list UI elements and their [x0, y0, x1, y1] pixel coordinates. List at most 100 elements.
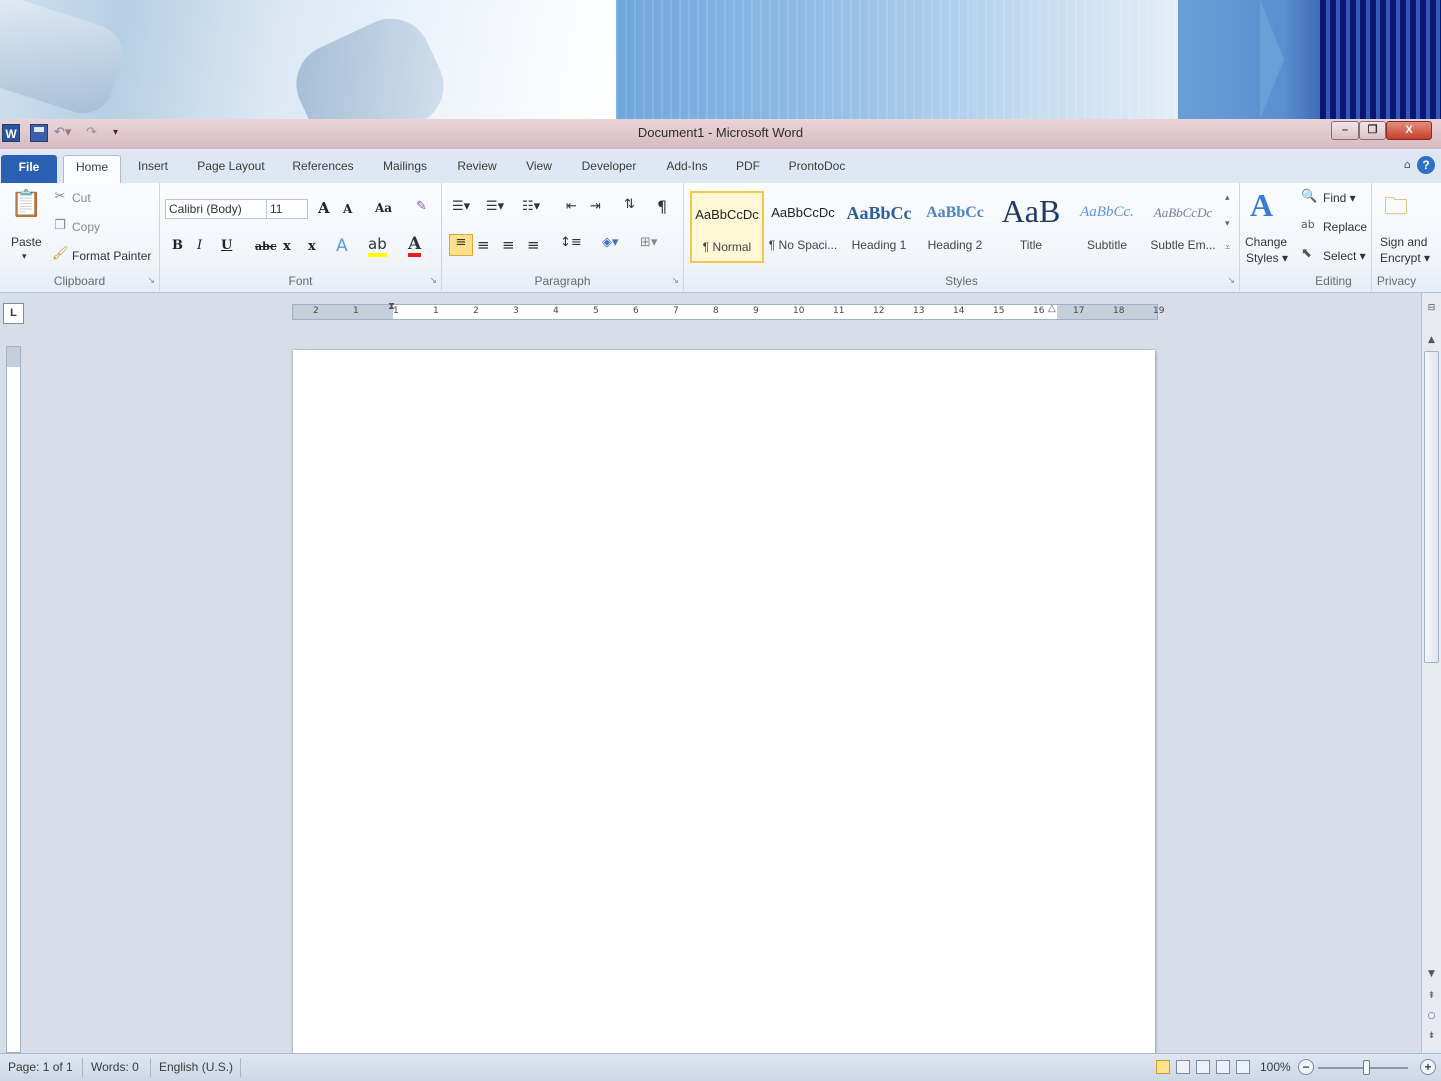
- italic-button[interactable]: I: [197, 238, 202, 253]
- word-count[interactable]: Words: 0: [91, 1060, 139, 1074]
- minimize-button[interactable]: –: [1331, 121, 1359, 140]
- styles-launcher-icon[interactable]: ↘: [1227, 276, 1235, 286]
- scrollbar-thumb[interactable]: [1424, 351, 1439, 663]
- style-no-spacing[interactable]: AaBbCcDc ¶ No Spaci...: [766, 191, 840, 263]
- style-subtitle[interactable]: AaBbCc. Subtitle: [1070, 191, 1144, 263]
- increase-indent-icon[interactable]: ⇥: [590, 199, 601, 214]
- select-button[interactable]: Select ▾: [1323, 249, 1366, 263]
- outline-view-icon[interactable]: [1216, 1060, 1230, 1074]
- previous-page-icon[interactable]: ⇞: [1424, 991, 1439, 1001]
- style-normal[interactable]: AaBbCcDc ¶ Normal: [690, 191, 764, 263]
- change-styles-label-1[interactable]: Change: [1245, 235, 1287, 249]
- scroll-down-icon[interactable]: ▼: [1424, 969, 1439, 979]
- view-ruler-icon[interactable]: ⊟: [1424, 303, 1439, 313]
- justify-icon[interactable]: ≡: [527, 236, 540, 254]
- highlight-icon[interactable]: ab: [368, 235, 387, 257]
- zoom-level[interactable]: 100%: [1260, 1060, 1291, 1074]
- change-styles-label-2[interactable]: Styles ▾: [1246, 251, 1288, 265]
- tab-file[interactable]: File: [1, 155, 57, 183]
- clear-formatting-icon[interactable]: ✎: [416, 199, 427, 214]
- find-icon[interactable]: 🔍: [1301, 189, 1317, 204]
- cut-icon[interactable]: ✂: [52, 189, 68, 204]
- tab-mailings[interactable]: Mailings: [370, 155, 440, 183]
- tab-references[interactable]: References: [282, 155, 364, 183]
- sign-encrypt-label-2[interactable]: Encrypt ▾: [1380, 251, 1430, 265]
- change-styles-icon[interactable]: A: [1250, 187, 1273, 224]
- font-launcher-icon[interactable]: ↘: [429, 276, 437, 286]
- vertical-scrollbar[interactable]: ⊟ ▲ ▼ ⇞ ○ ⇟: [1421, 293, 1441, 1053]
- close-button[interactable]: X: [1386, 121, 1432, 140]
- align-left-icon[interactable]: ≡: [449, 234, 473, 256]
- draft-view-icon[interactable]: [1236, 1060, 1250, 1074]
- paste-icon[interactable]: 📋: [10, 189, 42, 223]
- numbering-icon[interactable]: ☰▾: [486, 199, 504, 214]
- styles-scroll-down-icon[interactable]: ▾: [1225, 219, 1230, 229]
- style-heading-2[interactable]: AaBbCc Heading 2: [918, 191, 992, 263]
- tab-developer[interactable]: Developer: [570, 155, 648, 183]
- replace-icon[interactable]: ab: [1301, 218, 1315, 231]
- paste-dropdown-icon[interactable]: ▾: [22, 251, 27, 262]
- copy-button[interactable]: Copy: [72, 220, 100, 234]
- tab-page-layout[interactable]: Page Layout: [186, 155, 276, 183]
- language-indicator[interactable]: English (U.S.): [159, 1060, 233, 1074]
- next-page-icon[interactable]: ⇟: [1424, 1031, 1439, 1041]
- format-painter-icon[interactable]: 🖌: [52, 246, 69, 261]
- style-title[interactable]: AaB Title: [994, 191, 1068, 263]
- right-indent-marker-icon[interactable]: △: [1048, 303, 1056, 314]
- text-effects-icon[interactable]: A: [336, 236, 348, 256]
- grow-font-button[interactable]: A: [318, 199, 330, 217]
- font-family-select[interactable]: Calibri (Body): [165, 199, 269, 219]
- scroll-up-icon[interactable]: ▲: [1424, 335, 1439, 345]
- tab-review[interactable]: Review: [446, 155, 508, 183]
- zoom-out-button[interactable]: −: [1298, 1059, 1314, 1075]
- style-heading-1[interactable]: AaBbCc Heading 1: [842, 191, 916, 263]
- tab-pdf[interactable]: PDF: [726, 155, 770, 183]
- shading-icon[interactable]: ◈▾: [602, 235, 619, 250]
- tab-view[interactable]: View: [514, 155, 564, 183]
- styles-more-icon[interactable]: ⩡: [1225, 243, 1230, 253]
- sign-encrypt-label-1[interactable]: Sign and: [1380, 235, 1427, 249]
- tab-insert[interactable]: Insert: [126, 155, 180, 183]
- format-painter-button[interactable]: Format Painter: [72, 249, 151, 263]
- underline-button[interactable]: U: [221, 238, 232, 253]
- line-spacing-icon[interactable]: ↕≡: [560, 235, 582, 250]
- full-screen-reading-icon[interactable]: [1176, 1060, 1190, 1074]
- tab-selector-button[interactable]: L: [3, 303, 24, 324]
- tab-add-ins[interactable]: Add-Ins: [654, 155, 720, 183]
- zoom-slider-thumb[interactable]: [1363, 1060, 1370, 1075]
- align-center-icon[interactable]: ≡: [477, 236, 490, 254]
- find-button[interactable]: Find ▾: [1323, 191, 1356, 205]
- font-color-button[interactable]: A: [408, 235, 422, 257]
- cut-button[interactable]: Cut: [72, 191, 91, 205]
- show-marks-button[interactable]: ¶: [657, 197, 667, 216]
- tab-prontodoc[interactable]: ProntoDoc: [776, 155, 858, 183]
- decrease-indent-icon[interactable]: ⇤: [566, 199, 577, 214]
- document-page[interactable]: [293, 350, 1155, 1060]
- tab-home[interactable]: Home: [63, 155, 121, 183]
- horizontal-ruler[interactable]: 2 1 1 1 2 3 4 5 6 7 8 9 10 11 12 13 14 15 16 17 18 19 ⧗ △: [292, 301, 1164, 320]
- style-subtle-emphasis[interactable]: AaBbCcDc Subtle Em...: [1146, 191, 1220, 263]
- page-count[interactable]: Page: 1 of 1: [8, 1060, 73, 1074]
- superscript-button[interactable]: x: [308, 239, 316, 254]
- subscript-button[interactable]: x: [283, 239, 291, 254]
- font-size-select[interactable]: 11: [266, 199, 308, 219]
- align-right-icon[interactable]: ≡: [502, 236, 515, 254]
- change-case-button[interactable]: Aa: [375, 201, 392, 215]
- clipboard-launcher-icon[interactable]: ↘: [147, 276, 155, 286]
- copy-icon[interactable]: ❐: [52, 218, 68, 233]
- vertical-ruler[interactable]: [6, 346, 21, 1053]
- browse-object-icon[interactable]: ○: [1424, 1011, 1439, 1021]
- replace-button[interactable]: Replace: [1323, 220, 1367, 234]
- multilevel-list-icon[interactable]: ☷▾: [522, 199, 540, 214]
- paragraph-launcher-icon[interactable]: ↘: [671, 276, 679, 286]
- select-icon[interactable]: ⬉: [1301, 246, 1312, 261]
- shrink-font-button[interactable]: A: [343, 202, 352, 216]
- sign-encrypt-icon[interactable]: 🗀: [1382, 189, 1410, 223]
- zoom-in-button[interactable]: +: [1420, 1059, 1436, 1075]
- indent-marker-icon[interactable]: ⧗: [388, 301, 395, 312]
- minimize-ribbon-icon[interactable]: ⌂: [1404, 158, 1411, 171]
- help-icon[interactable]: ?: [1417, 156, 1435, 174]
- styles-scroll-up-icon[interactable]: ▴: [1225, 193, 1230, 203]
- strikethrough-button[interactable]: abc: [255, 240, 277, 253]
- bold-button[interactable]: B: [172, 238, 183, 253]
